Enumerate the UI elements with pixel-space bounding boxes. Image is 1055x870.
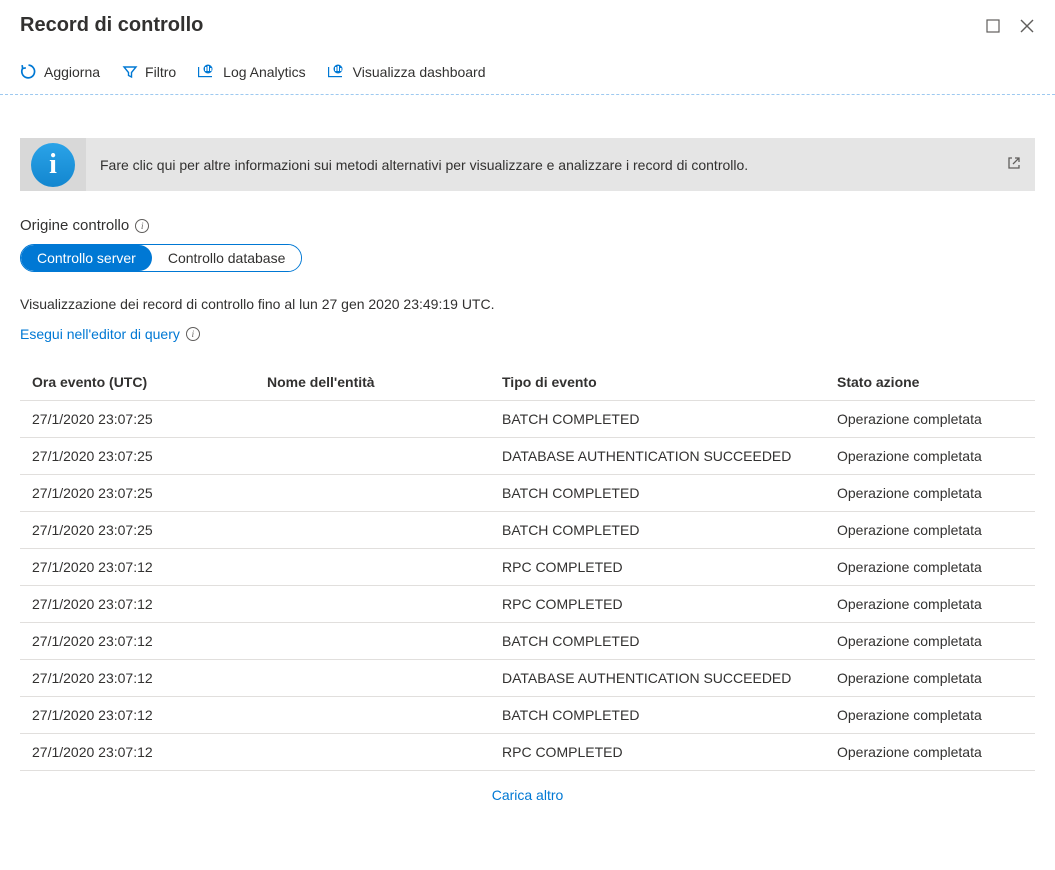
info-icon-box: i [20,138,86,191]
cell-state: Operazione completata [837,633,1023,649]
dashboard-icon [328,64,346,80]
table-row[interactable]: 27/1/2020 23:07:25 BATCH COMPLETEDOperazi… [20,401,1035,438]
toolbar: Aggiorna Filtro Log Analytics Visualizza… [0,47,1055,95]
cell-entity [267,633,502,649]
cell-type: BATCH COMPLETED [502,485,837,501]
cell-time: 27/1/2020 23:07:25 [32,448,267,464]
cell-type: RPC COMPLETED [502,744,837,760]
table-body: 27/1/2020 23:07:25BATCH COMPLETEDOperazi… [20,401,1035,771]
filter-icon [122,64,138,80]
records-status-text: Visualizzazione dei record di controllo … [20,296,1035,312]
cell-entity [267,596,502,612]
source-toggle: Controllo server Controllo database [20,244,302,272]
cell-entity [267,670,502,686]
query-editor-link[interactable]: Esegui nell'editor di query i [20,326,1035,342]
col-event-type[interactable]: Tipo di evento [502,374,837,390]
table-row[interactable]: 27/1/2020 23:07:12 RPC COMPLETEDOperazion… [20,734,1035,771]
table-row[interactable]: 27/1/2020 23:07:12 DATABASE AUTHENTICATIO… [20,660,1035,697]
external-link-icon[interactable] [1007,156,1021,173]
info-text: Fare clic qui per altre informazioni sui… [100,157,748,173]
cell-entity [267,559,502,575]
cell-type: BATCH COMPLETED [502,522,837,538]
content-scroll-area[interactable]: i Fare clic qui per altre informazioni s… [0,108,1055,870]
info-tooltip-icon[interactable]: i [186,327,200,341]
cell-entity [267,485,502,501]
cell-time: 27/1/2020 23:07:12 [32,596,267,612]
cell-state: Operazione completata [837,670,1023,686]
cell-time: 27/1/2020 23:07:12 [32,744,267,760]
cell-time: 27/1/2020 23:07:25 [32,522,267,538]
refresh-icon [20,63,37,80]
source-label: Origine controllo i [20,217,1035,234]
close-icon[interactable] [1019,18,1035,34]
cell-state: Operazione completata [837,707,1023,723]
cell-entity [267,744,502,760]
table-row[interactable]: 27/1/2020 23:07:12 BATCH COMPLETEDOperazi… [20,697,1035,734]
table-row[interactable]: 27/1/2020 23:07:12 BATCH COMPLETEDOperazi… [20,623,1035,660]
table-row[interactable]: 27/1/2020 23:07:12 RPC COMPLETEDOperazion… [20,586,1035,623]
log-analytics-button[interactable]: Log Analytics [198,64,306,80]
audit-records-table: Ora evento (UTC) Nome dell'entità Tipo d… [20,364,1035,771]
table-row[interactable]: 27/1/2020 23:07:25 DATABASE AUTHENTICATIO… [20,438,1035,475]
refresh-button[interactable]: Aggiorna [20,63,100,80]
cell-entity [267,522,502,538]
cell-type: BATCH COMPLETED [502,707,837,723]
cell-type: RPC COMPLETED [502,596,837,612]
page-title: Record di controllo [20,14,203,37]
info-banner[interactable]: i Fare clic qui per altre informazioni s… [20,138,1035,191]
cell-time: 27/1/2020 23:07:12 [32,559,267,575]
cell-entity [267,707,502,723]
cell-type: BATCH COMPLETED [502,633,837,649]
toggle-database[interactable]: Controllo database [152,245,302,271]
col-entity-name[interactable]: Nome dell'entità [267,374,502,390]
filter-button[interactable]: Filtro [122,64,176,80]
cell-state: Operazione completata [837,522,1023,538]
view-dashboard-label: Visualizza dashboard [353,64,486,80]
cell-type: DATABASE AUTHENTICATION SUCCEEDED [502,670,837,686]
refresh-label: Aggiorna [44,64,100,80]
cell-time: 27/1/2020 23:07:25 [32,485,267,501]
cell-time: 27/1/2020 23:07:12 [32,670,267,686]
cell-state: Operazione completata [837,411,1023,427]
cell-state: Operazione completata [837,448,1023,464]
load-more-link[interactable]: Carica altro [20,771,1035,819]
cell-state: Operazione completata [837,596,1023,612]
cell-type: RPC COMPLETED [502,559,837,575]
restore-icon[interactable] [985,18,1001,34]
header-controls [985,18,1035,34]
cell-state: Operazione completata [837,485,1023,501]
cell-time: 27/1/2020 23:07:25 [32,411,267,427]
cell-type: BATCH COMPLETED [502,411,837,427]
log-analytics-icon [198,64,216,80]
table-row[interactable]: 27/1/2020 23:07:12 RPC COMPLETEDOperazion… [20,549,1035,586]
cell-state: Operazione completata [837,559,1023,575]
cell-type: DATABASE AUTHENTICATION SUCCEEDED [502,448,837,464]
view-dashboard-button[interactable]: Visualizza dashboard [328,64,486,80]
blade-header: Record di controllo [0,0,1055,47]
info-icon: i [31,143,75,187]
cell-time: 27/1/2020 23:07:12 [32,633,267,649]
cell-entity [267,448,502,464]
col-event-time[interactable]: Ora evento (UTC) [32,374,267,390]
col-action-state[interactable]: Stato azione [837,374,1023,390]
info-tooltip-icon[interactable]: i [135,219,149,233]
cell-state: Operazione completata [837,744,1023,760]
toggle-server[interactable]: Controllo server [21,245,152,271]
filter-label: Filtro [145,64,176,80]
cell-time: 27/1/2020 23:07:12 [32,707,267,723]
cell-entity [267,411,502,427]
table-row[interactable]: 27/1/2020 23:07:25 BATCH COMPLETEDOperazi… [20,512,1035,549]
table-header-row: Ora evento (UTC) Nome dell'entità Tipo d… [20,364,1035,401]
table-row[interactable]: 27/1/2020 23:07:25 BATCH COMPLETEDOperazi… [20,475,1035,512]
log-analytics-label: Log Analytics [223,64,306,80]
info-body: Fare clic qui per altre informazioni sui… [86,138,1035,191]
